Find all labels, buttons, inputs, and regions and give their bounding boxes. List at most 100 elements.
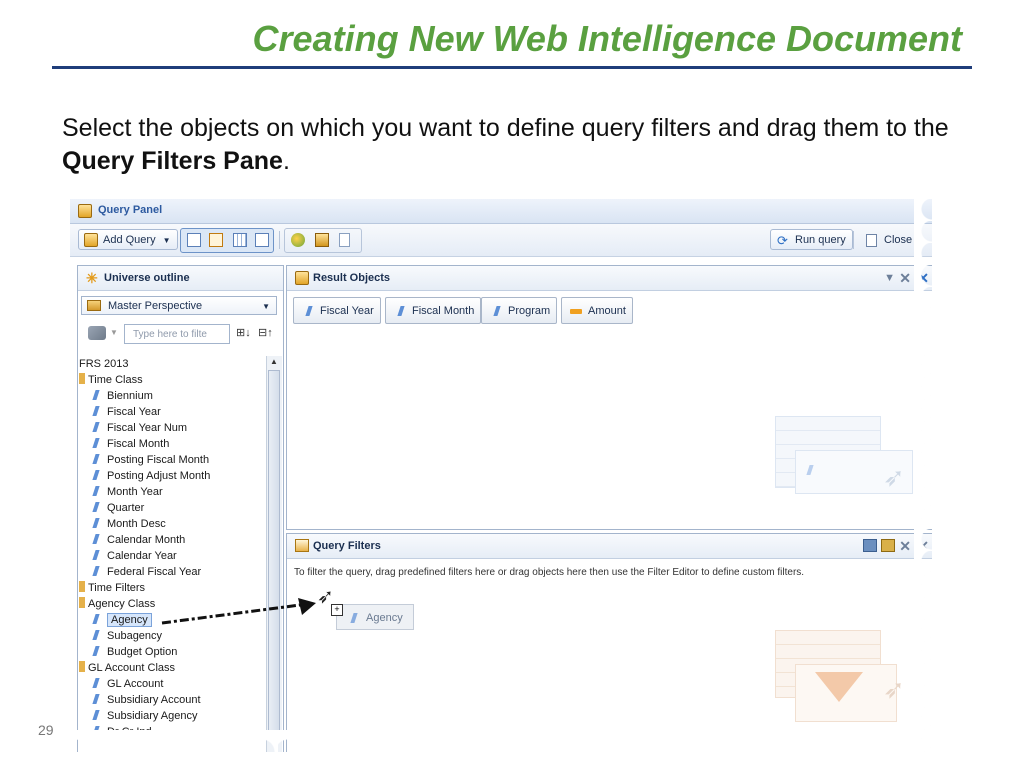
query-filters-title: Query Filters [313,540,381,552]
tree-object[interactable]: Biennium [92,388,153,404]
refresh-icon: ⟳ [777,233,788,248]
dimension-icon [92,438,100,448]
document-icon[interactable] [339,233,350,247]
tree-object[interactable]: Subsidiary Account [92,692,201,708]
properties-icon[interactable] [315,233,329,247]
tree-object[interactable]: Fiscal Year Num [92,420,187,436]
universe-icon[interactable] [291,233,305,247]
add-query-button[interactable]: Add Query ▼ [78,229,178,250]
dimension-icon [806,465,814,475]
dimension-icon [92,550,100,560]
filter-view-icon[interactable] [209,233,223,247]
close-button[interactable]: Close [859,229,919,250]
universe-outline-title: Universe outline [104,272,190,284]
tree-object[interactable]: Calendar Year [92,548,177,564]
clear-icon[interactable]: ✕ [899,538,911,555]
query-panel-icon [78,204,92,218]
tree-object[interactable]: Fiscal Year [92,404,161,420]
filter-tool-icon[interactable] [88,326,106,340]
result-object-chip[interactable]: Fiscal Year [293,297,381,324]
sql-view-icon[interactable] [255,233,269,247]
query-filters-pane: Query Filters ✕ ✕ To filter the query, d… [286,533,932,752]
expand-all-icon[interactable]: ⊞↓ [236,326,251,339]
tree-item-label: Quarter [107,502,145,514]
tree-object[interactable]: Subsidiary Agency [92,708,198,724]
tree-object[interactable]: Month Desc [92,516,166,532]
tree-universe-root[interactable]: FRS 2013 [79,356,129,372]
result-objects-header: Result Objects ▼ ✕ ✕ [287,266,932,291]
tree-item-label: GL Account [107,678,164,690]
run-query-button[interactable]: ⟳ Run query [770,229,853,250]
tree-folder[interactable]: Time Class [79,372,143,388]
tree-object[interactable]: Quarter [92,500,145,516]
data-preview-icon[interactable] [233,233,247,247]
funnel-watermark-icon [815,672,863,702]
scrollbar-thumb[interactable] [268,370,280,740]
cursor-watermark-icon: ➶ [883,674,905,704]
result-object-chip[interactable]: Amount [561,297,633,324]
query-panel-screenshot: Query Panel Add Query ▼ ⟳ Run query Clos… [70,199,932,752]
remove-all-icon[interactable]: ✕ [917,538,929,555]
outline-search-input[interactable]: Type here to filte [124,324,230,344]
slide-title: Creating New Web Intelligence Document [252,18,962,59]
tree-object[interactable]: Dr Cr Ind [92,724,152,740]
intro-text-bold: Query Filters Pane [62,147,283,175]
tree-item-label: Posting Adjust Month [107,470,211,482]
tree-folder[interactable]: Agency Class [79,596,155,612]
tree-folder[interactable]: Time Filters [79,580,145,596]
run-query-label: Run query [795,234,846,246]
tree-object[interactable]: GL Account [92,676,164,692]
tree-item-label: Fiscal Year [107,406,161,418]
chevron-down-icon: ▼ [110,328,118,337]
add-filter-icon[interactable] [863,539,877,552]
tree-item-label: Calendar Month [107,534,186,546]
dimension-icon [397,306,405,316]
tree-item-label: Calendar Year [107,550,177,562]
tree-item-label: Budget Option [107,646,178,658]
dimension-icon [92,726,100,736]
universe-outline-pane: ✳ Universe outline Master Perspective ▼ … [77,265,284,752]
result-object-chip[interactable]: Program [481,297,558,324]
collapse-all-icon[interactable]: ⊟↑ [258,326,273,339]
tree-object-selected[interactable]: Agency [92,612,152,628]
query-panel-titlebar: Query Panel [70,199,932,224]
tree-object[interactable]: Month Year [92,484,163,500]
dimension-icon [92,646,100,656]
drag-arrow [161,598,316,625]
tree-item-label: Time Class [88,374,143,386]
chip-label: Program [508,305,551,317]
clear-icon[interactable]: ✕ [899,270,911,287]
result-objects-pane: Result Objects ▼ ✕ ✕ Fiscal Year Fiscal … [286,265,932,530]
result-view-icon[interactable] [187,233,201,247]
drag-add-icon: + [331,604,343,616]
tree-folder[interactable]: GL Account Class [79,660,175,676]
dimension-icon [305,306,313,316]
chevron-down-icon: ▼ [162,236,171,245]
tree-object[interactable]: Subagency [92,628,162,644]
tree-object[interactable]: Posting Adjust Month [92,468,211,484]
tree-object[interactable]: Fiscal Month [92,436,169,452]
add-query-icon [84,233,98,247]
result-objects-icon [295,271,309,285]
tree-object[interactable]: Budget Option [92,644,178,660]
query-filters-header: Query Filters ✕ ✕ [287,534,932,559]
tree-object[interactable]: Calendar Month [92,532,186,548]
perspective-select[interactable]: Master Perspective ▼ [81,296,277,315]
edit-filter-icon[interactable] [881,539,895,552]
dragged-agency-object[interactable]: Agency [336,604,414,630]
query-panel-toolbar: Add Query ▼ ⟳ Run query Close [70,224,932,257]
query-panel-title: Query Panel [98,204,163,216]
intro-text-main: Select the objects on which you want to … [62,114,949,142]
tree-item-label: Month Desc [107,518,166,530]
tree-scrollbar[interactable]: ▲ [266,356,282,752]
folder-icon [79,373,85,384]
toolbar-separator [279,231,280,249]
tree-object[interactable]: Federal Fiscal Year [92,564,201,580]
tree-object[interactable]: Posting Fiscal Month [92,452,209,468]
result-object-chip[interactable]: Fiscal Month [385,297,482,324]
tree-item-label: Subsidiary Account [107,694,201,706]
scroll-up-icon[interactable]: ▲ [270,357,278,366]
filter-funnel-icon[interactable]: ▼ [884,272,895,284]
chip-label: Amount [588,305,626,317]
remove-all-icon[interactable]: ✕ [917,270,929,287]
